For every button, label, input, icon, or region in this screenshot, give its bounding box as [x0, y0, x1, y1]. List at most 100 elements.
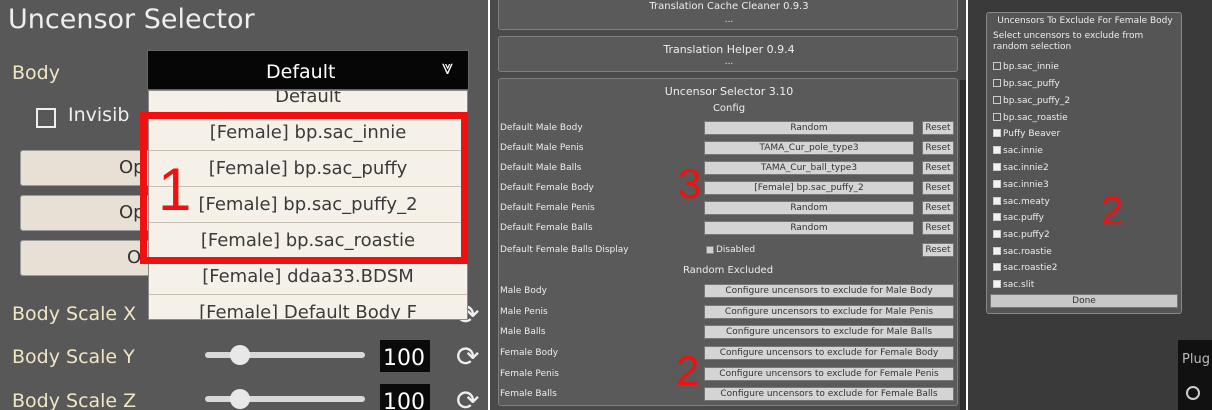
body-dropdown[interactable]: Default ⩔ — [147, 50, 469, 90]
body-scale-z-value[interactable]: 100 — [380, 384, 430, 410]
scrollbar[interactable] — [960, 80, 966, 410]
checkbox-icon[interactable] — [993, 62, 1001, 70]
configure-button[interactable]: Configure uncensors to exclude for Femal… — [704, 367, 954, 381]
balls-display-checkbox[interactable] — [706, 246, 714, 254]
checkbox-icon[interactable] — [993, 213, 1001, 221]
uncensor-selector-panel: Uncensor Selector Body Invisib Op Op O B… — [0, 0, 488, 410]
value-button[interactable]: [Female] bp.sac_puffy_2 — [704, 181, 914, 195]
row-label: Female Balls — [500, 389, 557, 399]
exclude-window-area: Plug Uncensors To Exclude For Female Bod… — [968, 0, 1212, 410]
reset-button[interactable]: Reset — [922, 221, 954, 235]
checkbox-icon[interactable] — [993, 113, 1001, 121]
configure-button[interactable]: Configure uncensors to exclude for Femal… — [704, 387, 954, 401]
configure-button[interactable]: Configure uncensors to exclude for Femal… — [704, 346, 954, 360]
value-button[interactable]: Random — [704, 201, 914, 215]
row-label: Default Female Penis — [500, 203, 595, 213]
exclude-item[interactable]: sac.puffy2 — [993, 230, 1050, 240]
option-button-2[interactable]: Op — [20, 195, 160, 231]
exclude-item[interactable]: bp.sac_innie — [993, 62, 1059, 72]
exclude-item[interactable]: sac.innie3 — [993, 180, 1049, 190]
translation-helper-section[interactable]: Translation Helper 0.9.4 ... — [498, 36, 958, 72]
body-label: Body — [12, 62, 60, 84]
checkbox-icon[interactable] — [993, 230, 1001, 238]
radio-button[interactable] — [1186, 386, 1200, 400]
row-label: Female Penis — [500, 369, 559, 379]
dropdown-item[interactable]: [Female] Default Body F — [149, 297, 467, 319]
row-label: Default Female Balls — [500, 223, 593, 233]
checkbox-icon[interactable] — [993, 280, 1001, 288]
reset-scale-z-icon[interactable]: ⟳ — [456, 384, 488, 410]
checkbox-icon[interactable] — [993, 79, 1001, 87]
checkbox-icon[interactable] — [993, 263, 1001, 271]
body-scale-y-knob[interactable] — [230, 345, 250, 365]
dropdown-item[interactable]: [Female] ddaa33.BDSM — [149, 261, 467, 295]
invisible-checkbox[interactable] — [36, 108, 56, 128]
exclude-item[interactable]: Puffy Beaver — [993, 129, 1060, 139]
invisible-label: Invisib — [68, 104, 130, 126]
section-title: Uncensor Selector 3.10 — [664, 85, 794, 98]
row-label: Female Body — [500, 348, 559, 358]
checkbox-icon[interactable] — [993, 247, 1001, 255]
config-header: Config — [712, 103, 746, 114]
row-label: Default Female Body — [500, 183, 594, 193]
option-button-1[interactable]: Op — [20, 150, 160, 186]
reset-button[interactable]: Reset — [922, 181, 954, 195]
body-scale-y-value[interactable]: 100 — [380, 340, 430, 372]
reset-scale-y-icon[interactable]: ⟳ — [456, 340, 488, 373]
double-chevron-down-icon[interactable]: ⩔ — [442, 55, 453, 79]
row-label: Male Balls — [500, 327, 546, 337]
exclude-item[interactable]: sac.meaty — [993, 197, 1050, 207]
exclude-item[interactable]: bp.sac_puffy — [993, 79, 1060, 89]
exclude-item[interactable]: sac.puffy — [993, 213, 1044, 223]
exclude-item[interactable]: sac.slit — [993, 280, 1034, 290]
body-scale-z-label: Body Scale Z — [12, 390, 137, 410]
row-label: Male Penis — [500, 307, 548, 317]
cache-cleaner-section[interactable]: Translation Cache Cleaner 0.9.3 ... — [498, 0, 958, 30]
exclude-item[interactable]: sac.roastie — [993, 247, 1052, 257]
exclude-item[interactable]: sac.roastie2 — [993, 263, 1058, 273]
value-button[interactable]: Random — [704, 121, 914, 135]
exclude-item[interactable]: bp.sac_puffy_2 — [993, 96, 1070, 106]
reset-button[interactable]: Reset — [922, 201, 954, 215]
checkbox-icon[interactable] — [993, 96, 1001, 104]
random-excluded-header: Random Excluded — [682, 265, 774, 276]
row-label: Male Body — [500, 286, 547, 296]
configure-button[interactable]: Configure uncensors to exclude for Male … — [704, 284, 954, 298]
annotation-number: 3 — [678, 160, 702, 207]
plugin-settings-panel: Translation Cache Cleaner 0.9.3 ... Tran… — [490, 0, 966, 410]
exclude-dialog: Uncensors To Exclude For Female Body Sel… — [986, 12, 1182, 314]
annotation-number: 2 — [676, 347, 700, 394]
annotation-number: 1 — [158, 156, 192, 223]
checkbox-icon[interactable] — [993, 197, 1001, 205]
checkbox-icon[interactable] — [993, 146, 1001, 154]
exclude-item[interactable]: sac.innie2 — [993, 163, 1049, 173]
value-button[interactable]: TAMA_Cur_ball_type3 — [704, 161, 914, 175]
panel-title: Uncensor Selector — [8, 4, 255, 35]
row-label: Default Male Body — [500, 123, 583, 133]
configure-button[interactable]: Configure uncensors to exclude for Male … — [704, 305, 954, 319]
exclude-item[interactable]: sac.innie — [993, 146, 1043, 156]
configure-button[interactable]: Configure uncensors to exclude for Male … — [704, 325, 954, 339]
row-label: Default Male Balls — [500, 163, 582, 173]
row-label: Default Male Penis — [500, 143, 584, 153]
value-button[interactable]: TAMA_Cur_pole_type3 — [704, 141, 914, 155]
body-scale-y-slider[interactable] — [205, 352, 365, 358]
checkbox-icon[interactable] — [993, 163, 1001, 171]
annotation-number: 2 — [1101, 189, 1124, 233]
done-button[interactable]: Done — [990, 294, 1178, 308]
body-scale-x-label: Body Scale X — [12, 303, 137, 325]
reset-button[interactable]: Reset — [922, 121, 954, 135]
checkbox-icon[interactable] — [993, 180, 1001, 188]
row-label: Default Female Balls Display — [500, 245, 629, 255]
exclude-item[interactable]: bp.sac_roastie — [993, 113, 1068, 123]
body-scale-y-label: Body Scale Y — [12, 346, 135, 368]
body-scale-z-slider[interactable] — [205, 396, 365, 402]
reset-button[interactable]: Reset — [922, 141, 954, 155]
reset-button[interactable]: Reset — [922, 243, 954, 257]
value-button[interactable]: Random — [704, 221, 914, 235]
body-scale-z-knob[interactable] — [230, 389, 250, 409]
reset-button[interactable]: Reset — [922, 161, 954, 175]
checkbox-icon[interactable] — [993, 129, 1001, 137]
option-button-3[interactable]: O — [20, 240, 160, 276]
plugin-label-fragment: Plug — [1182, 352, 1210, 367]
